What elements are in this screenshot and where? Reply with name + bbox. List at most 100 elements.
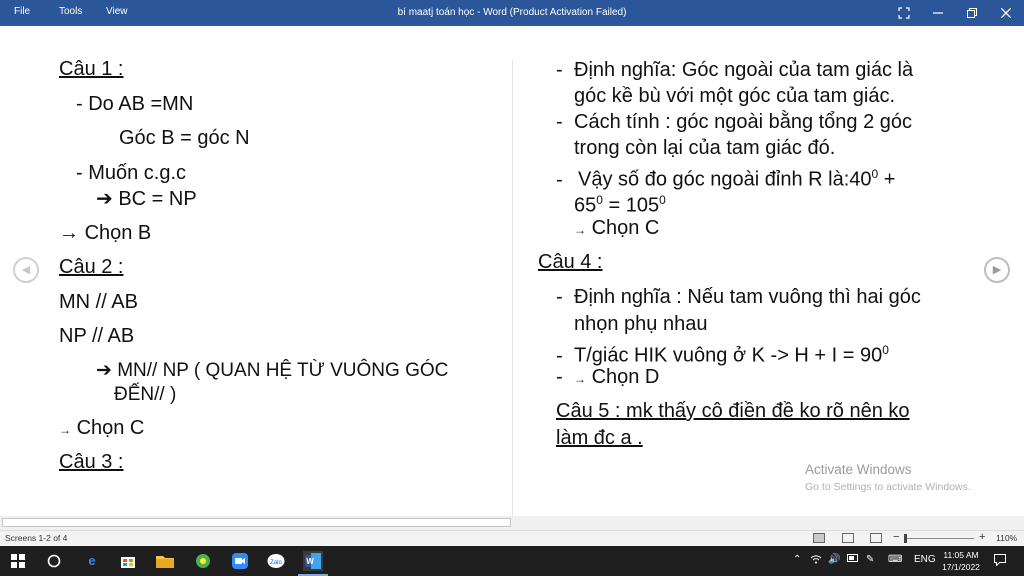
start-button[interactable] bbox=[8, 551, 28, 571]
question-3-heading: Câu 3 : bbox=[59, 451, 124, 473]
q4-answer-row: - → Chọn D bbox=[556, 366, 660, 388]
status-bar: Screens 1-2 of 4 − + 110% bbox=[0, 530, 1024, 546]
reading-view: Câu 1 : - Do AB =MN Góc B = góc N - Muốn… bbox=[0, 26, 1024, 524]
degree-superscript: 0 bbox=[882, 343, 889, 357]
clock[interactable]: 11:05 AM 17/1/2022 bbox=[932, 549, 990, 573]
zoom-slider-thumb[interactable] bbox=[904, 534, 907, 543]
folder-icon bbox=[156, 556, 174, 568]
notification-center-icon[interactable] bbox=[994, 554, 1006, 569]
d3-line-2-a: 65 bbox=[574, 194, 597, 217]
web-layout-button[interactable] bbox=[870, 533, 882, 543]
minimize-icon bbox=[933, 12, 943, 14]
search-button[interactable] bbox=[44, 551, 64, 571]
arrow-right-icon: → bbox=[574, 223, 586, 237]
volume-icon[interactable]: 🔊 bbox=[828, 554, 840, 565]
column-divider bbox=[512, 60, 513, 524]
q2-line-2: NP // AB bbox=[59, 325, 135, 347]
title-bar: File Tools View bí maatj toán học - Word… bbox=[0, 0, 1024, 26]
q4-answer: Chọn D bbox=[591, 366, 660, 388]
activation-watermark-subtitle: Go to Settings to activate Windows. bbox=[805, 481, 971, 493]
d3-answer: Chọn C bbox=[591, 217, 660, 239]
circle-app-icon bbox=[196, 554, 210, 568]
d2-line-2: trong còn lại của tam giác đó. bbox=[574, 137, 836, 159]
q2-line-3-row: ➔ MN// NP ( QUAN HỆ TỪ VUÔNG GÓC bbox=[96, 358, 448, 384]
q1-line-4: BC = NP bbox=[118, 188, 197, 210]
q1-answer-row: → Chọn B bbox=[59, 220, 151, 246]
d2-line-1-row: - Cách tính : góc ngoài bằng tổng 2 góc bbox=[556, 111, 913, 133]
svg-text:Zalo: Zalo bbox=[270, 560, 282, 566]
store-icon[interactable] bbox=[118, 551, 138, 571]
pen-icon[interactable]: ✎ bbox=[866, 554, 874, 565]
word-app-icon[interactable]: W bbox=[303, 551, 323, 571]
q4-line-1: Định nghĩa : Nếu tam vuông thì hai góc bbox=[574, 286, 921, 308]
speech-bubble-icon bbox=[994, 554, 1006, 567]
triangle-right-icon: ▶ bbox=[992, 264, 1002, 276]
windows-logo-icon bbox=[11, 554, 25, 568]
screen-counter: Screens 1-2 of 4 bbox=[5, 533, 68, 543]
shopping-bag-icon bbox=[121, 557, 135, 568]
windows-taskbar: e Zalo W ⌃ 🔊 ✎ ⌨ ENG 11:05 AM 17/1/2022 bbox=[0, 546, 1024, 576]
question-4-heading: Câu 4 : bbox=[538, 251, 603, 273]
q1-line-3: - Muốn c.g.c bbox=[76, 162, 187, 184]
zalo-app-icon[interactable]: Zalo bbox=[266, 551, 286, 571]
d3-line-2-row: 650 = 1050 bbox=[574, 187, 666, 219]
edge-browser-icon[interactable]: e bbox=[82, 551, 102, 571]
close-button[interactable] bbox=[992, 3, 1020, 23]
q4-line-2: nhọn phụ nhau bbox=[574, 313, 708, 335]
d3-answer-row: → Chọn C bbox=[574, 215, 659, 243]
print-layout-button[interactable] bbox=[842, 533, 854, 543]
d2-line-1: Cách tính : góc ngoài bằng tổng 2 góc bbox=[574, 111, 913, 133]
d1-line-2: góc kề bù với một góc của tam giác. bbox=[574, 85, 896, 107]
read-mode-button[interactable] bbox=[813, 533, 825, 543]
previous-screen-button[interactable]: ◀ bbox=[13, 257, 39, 283]
q2-answer: Chọn C bbox=[76, 417, 145, 439]
next-screen-button[interactable]: ▶ bbox=[984, 257, 1010, 283]
file-explorer-icon[interactable] bbox=[155, 551, 175, 571]
arrow-right-icon: → bbox=[574, 372, 586, 386]
d1-line-1-row: - Định nghĩa: Góc ngoài của tam giác là bbox=[556, 59, 914, 81]
q2-line-4: ĐẾN// ) bbox=[114, 384, 177, 405]
video-camera-icon bbox=[232, 553, 248, 569]
clock-date: 17/1/2022 bbox=[942, 562, 980, 572]
d3-line-2-b: = 105 bbox=[602, 194, 660, 217]
zoom-out-button[interactable]: − bbox=[893, 531, 899, 543]
minimize-button[interactable] bbox=[924, 3, 952, 23]
q1-line-4-row: ➔ BC = NP bbox=[96, 186, 197, 212]
clock-time: 11:05 AM bbox=[943, 550, 979, 560]
d3-line-1-end: + bbox=[878, 168, 896, 191]
degree-superscript: 0 bbox=[596, 193, 603, 207]
window-title: bí maatj toán học - Word (Product Activa… bbox=[397, 7, 627, 18]
arrow-right-icon: → bbox=[59, 423, 71, 437]
app-icon-green[interactable] bbox=[193, 551, 213, 571]
q2-answer-row: → Chọn C bbox=[59, 415, 144, 443]
question-1-heading: Câu 1 : bbox=[59, 58, 124, 80]
cortana-circle-icon bbox=[47, 554, 61, 568]
horizontal-scrollbar[interactable] bbox=[0, 516, 1024, 530]
question-5-line-2: làm đc a . bbox=[556, 427, 643, 449]
arrow-right-icon: → bbox=[59, 222, 79, 244]
network-icon[interactable] bbox=[810, 554, 822, 567]
battery-icon[interactable] bbox=[847, 554, 859, 565]
zoom-level[interactable]: 110% bbox=[996, 533, 1017, 543]
arrow-right-icon: ➔ bbox=[96, 188, 113, 210]
zoom-in-button[interactable]: + bbox=[979, 531, 985, 543]
svg-text:W: W bbox=[306, 557, 314, 566]
word-logo-icon: W bbox=[305, 553, 321, 569]
chevron-up-icon[interactable]: ⌃ bbox=[793, 554, 801, 565]
restore-button[interactable] bbox=[958, 3, 986, 23]
restore-icon bbox=[967, 8, 977, 18]
fullscreen-icon bbox=[898, 7, 910, 19]
question-2-heading: Câu 2 : bbox=[59, 256, 124, 278]
zoom-slider-track[interactable] bbox=[904, 538, 974, 539]
fullscreen-button[interactable] bbox=[890, 3, 918, 23]
wifi-icon bbox=[810, 555, 822, 564]
keyboard-icon[interactable]: ⌨ bbox=[888, 554, 902, 565]
arrow-right-icon: ➔ bbox=[96, 360, 112, 381]
close-icon bbox=[1000, 7, 1012, 19]
zoom-app-icon[interactable] bbox=[230, 551, 250, 571]
d1-line-1: Định nghĩa: Góc ngoài của tam giác là bbox=[574, 59, 914, 81]
chat-bubble-icon: Zalo bbox=[267, 554, 285, 568]
q1-answer: Chọn B bbox=[84, 222, 152, 244]
battery-shape-icon bbox=[847, 554, 858, 562]
scrollbar-thumb[interactable] bbox=[2, 518, 511, 527]
